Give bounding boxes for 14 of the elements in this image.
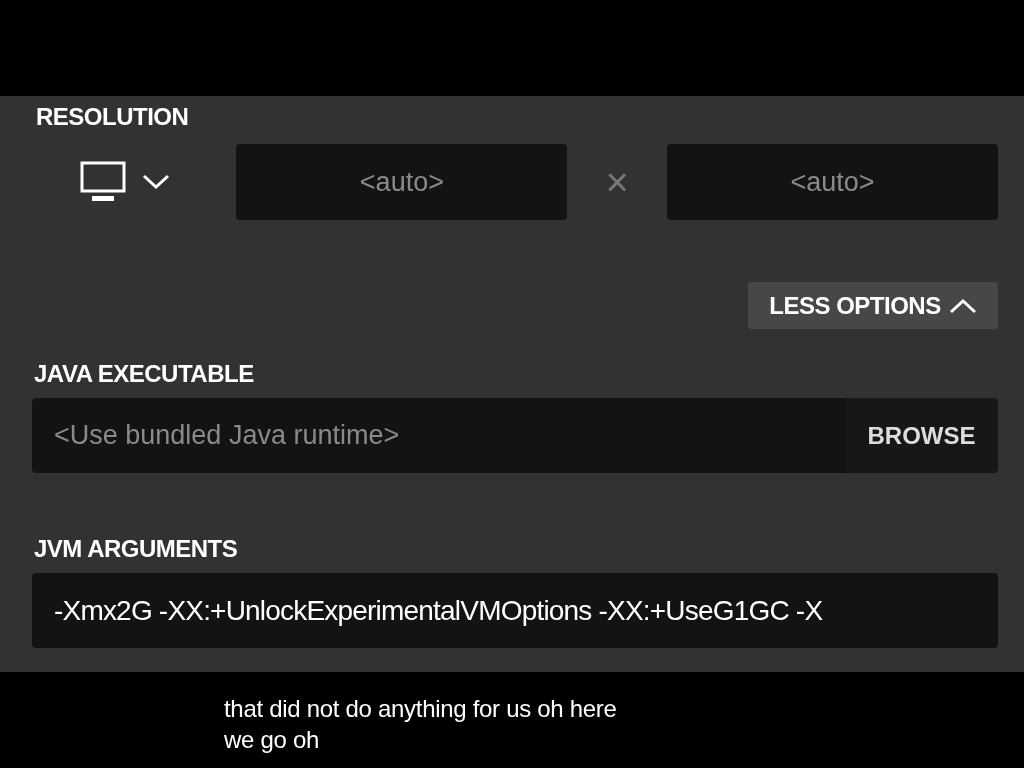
section-label: JAVA EXECUTABLE (34, 360, 254, 388)
times-sign: × (604, 159, 630, 205)
section-label: RESOLUTION (36, 103, 189, 131)
browse-button[interactable]: BROWSE (845, 398, 998, 473)
subtitle-caption: that did not do anything for us oh here we go oh (224, 694, 617, 755)
width-field[interactable]: <auto> (236, 144, 568, 220)
chevron-up-icon (948, 297, 977, 314)
less-options-button[interactable]: LESS OPTIONS (748, 282, 998, 329)
section-label: JVM ARGUMENTS (34, 535, 238, 563)
monitor-icon (80, 161, 128, 203)
chevron-down-icon (142, 174, 170, 190)
height-field[interactable]: <auto> (667, 144, 998, 220)
jvm-arguments-field[interactable]: -Xmx2G -XX:+UnlockExperimentalVMOptions -XX:+UseG1GC -X (32, 573, 998, 648)
java-path-field[interactable]: <Use bundled Java runtime> (32, 398, 845, 473)
